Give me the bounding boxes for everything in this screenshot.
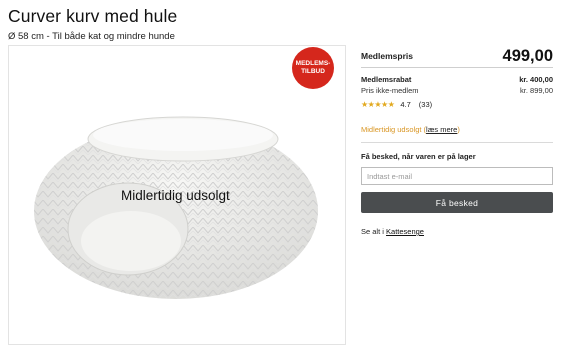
nonmember-price: kr. 899,00	[520, 86, 553, 95]
badge-text: MEDLEMS-TILBUD	[295, 60, 331, 75]
member-offer-badge: MEDLEMS-TILBUD	[292, 47, 334, 89]
soldout-text: Midlertidig udsolgt	[361, 125, 422, 134]
notify-label: Få besked, når varen er på lager	[361, 152, 476, 161]
member-price-row: Medlemspris 499,00	[361, 45, 553, 68]
availability-status: Midlertidig udsolgt (læs mere)	[361, 125, 460, 134]
star-rating-icon: ★★★★★	[361, 100, 395, 109]
nonmember-price-label: Pris ikke-medlem	[361, 86, 419, 95]
read-more-link[interactable]: læs mere	[426, 125, 457, 134]
rating[interactable]: ★★★★★ 4.7 (33)	[361, 99, 553, 110]
product-image-area[interactable]: Midlertidig udsolgt MEDLEMS-TILBUD	[8, 45, 346, 345]
image-soldout-overlay: Midlertidig udsolgt	[121, 188, 230, 203]
purchase-panel: Medlemspris 499,00 Medlemsrabat kr. 400,…	[361, 45, 553, 236]
member-discount: kr. 400,00	[519, 75, 553, 84]
category-link[interactable]: Kattesenge	[386, 227, 424, 236]
member-discount-row: Medlemsrabat kr. 400,00	[361, 74, 553, 85]
nonmember-price-row: Pris ikke-medlem kr. 899,00	[361, 85, 553, 96]
see-all-category: Se alt i Kattesenge	[361, 227, 553, 236]
product-title: Curver kurv med hule	[8, 6, 178, 26]
rating-value: 4.7	[400, 100, 411, 109]
divider	[361, 142, 553, 143]
notify-button[interactable]: Få besked	[361, 192, 553, 213]
member-price: 499,00	[502, 46, 553, 65]
email-field[interactable]	[361, 167, 553, 185]
review-count[interactable]: (33)	[419, 100, 432, 109]
member-price-label: Medlemspris	[361, 51, 413, 61]
product-subtitle: Ø 58 cm - Til både kat og mindre hunde	[8, 31, 175, 42]
see-all-prefix: Se alt i	[361, 227, 384, 236]
member-discount-label: Medlemsrabat	[361, 75, 412, 84]
